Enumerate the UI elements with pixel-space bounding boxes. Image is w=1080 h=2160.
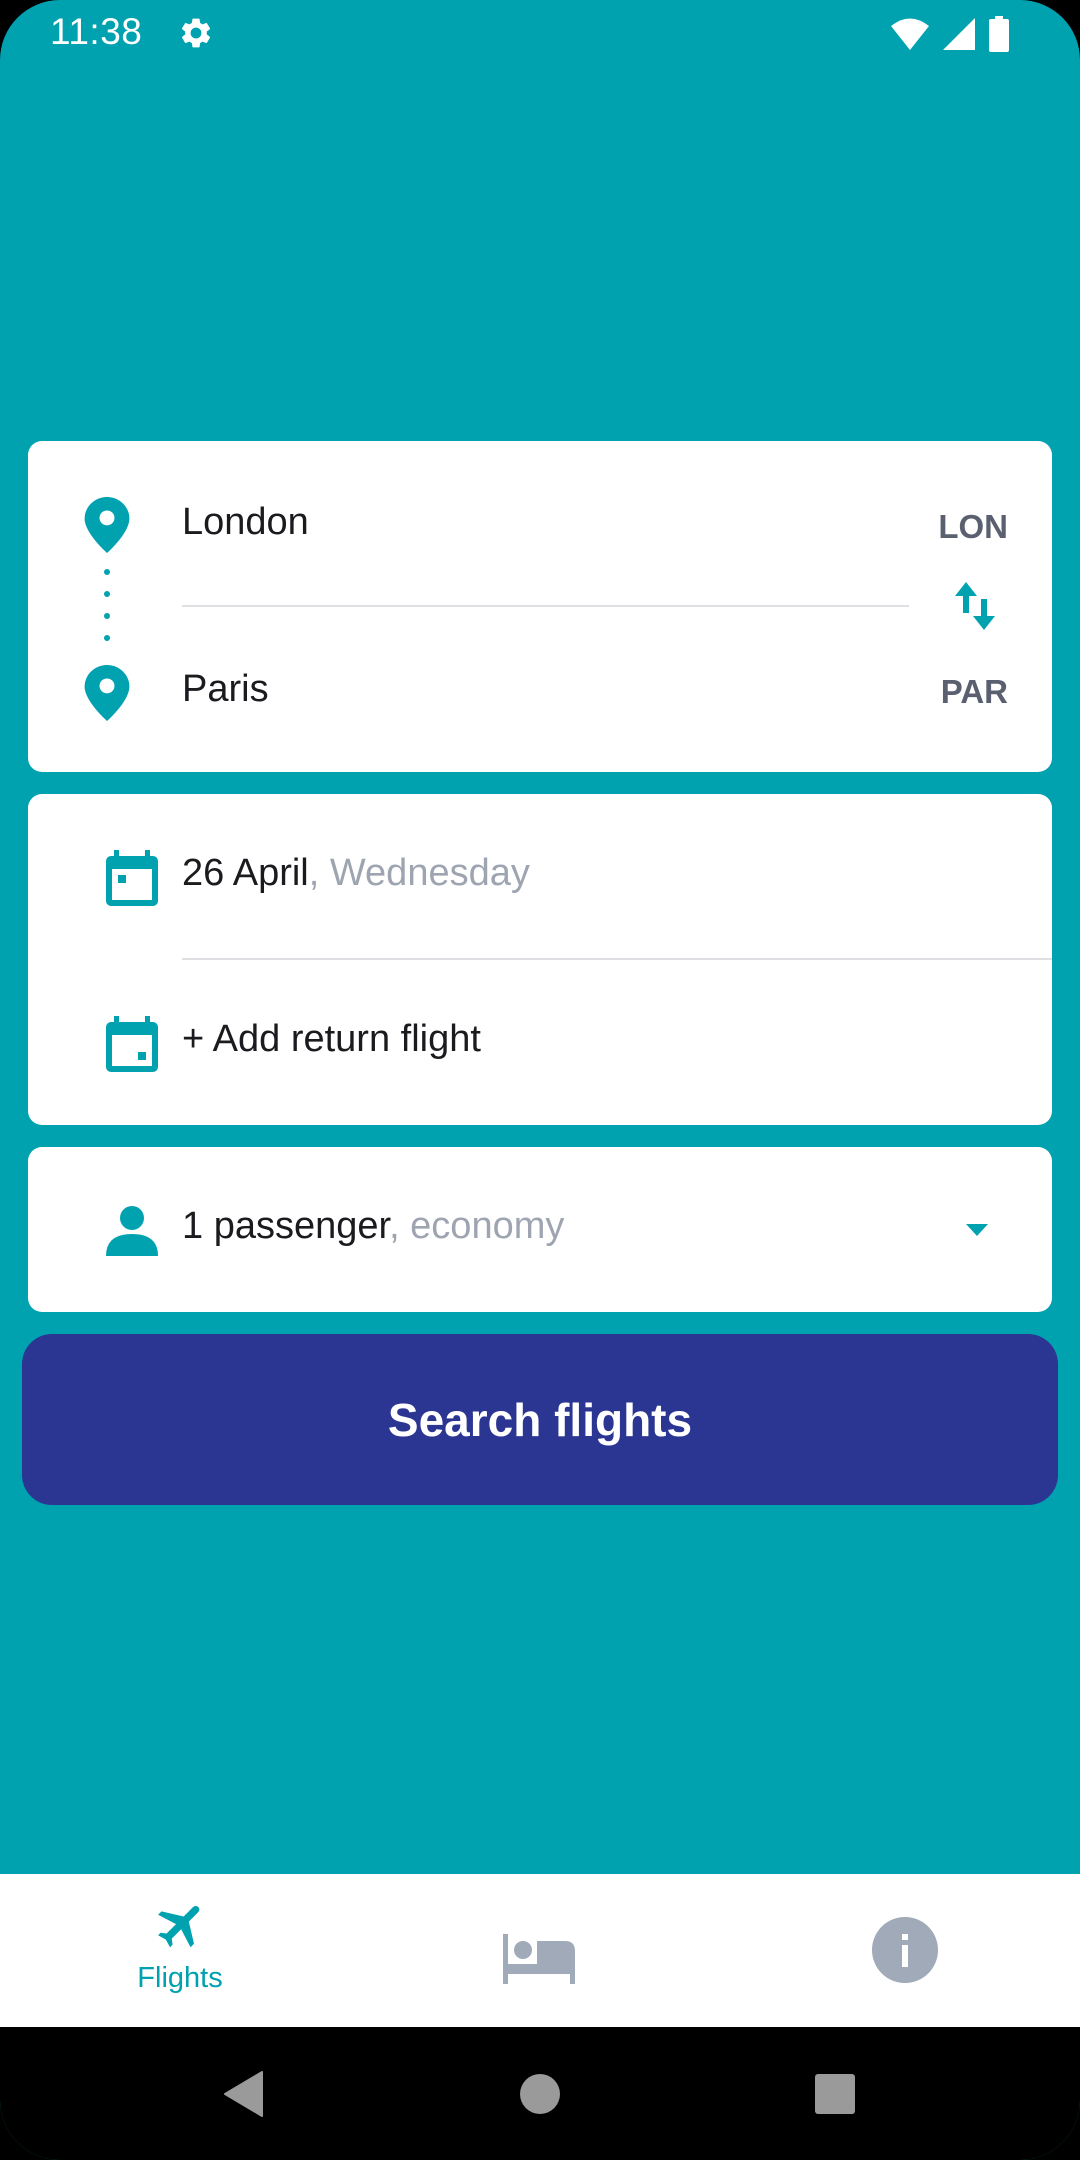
route-divider: [182, 605, 909, 607]
calendar-icon: [106, 850, 158, 906]
dates-card: 26 April, Wednesday + Add return flight: [28, 794, 1052, 1125]
person-icon: [106, 1206, 158, 1256]
airplane-icon: [158, 1905, 200, 1948]
destination-city: Paris: [182, 668, 269, 710]
swap-vertical-icon[interactable]: [953, 578, 997, 634]
origin-code: LON: [938, 508, 1008, 545]
nav-item-info[interactable]: [720, 1874, 1080, 2027]
passengers-card[interactable]: 1 passenger, economy: [28, 1147, 1052, 1312]
status-icons: [890, 14, 1010, 54]
location-pin-icon: [84, 497, 130, 553]
cabin-class: , economy: [389, 1205, 565, 1247]
add-return-flight-label: + Add return flight: [182, 1018, 481, 1060]
add-return-flight-row[interactable]: + Add return flight: [28, 960, 1052, 1125]
search-flights-button[interactable]: Search flights: [22, 1334, 1058, 1505]
departure-date: 26 April: [182, 852, 309, 894]
settings-gear-icon: [181, 18, 211, 48]
origin-city: London: [182, 501, 309, 543]
calendar-icon: [106, 1016, 158, 1072]
back-button-icon[interactable]: [222, 2070, 264, 2118]
destination-code: PAR: [940, 673, 1008, 710]
status-time: 11:38: [50, 11, 143, 52]
status-bar: 11:38: [0, 0, 1080, 66]
battery-icon: [989, 16, 1009, 52]
bottom-navigation: Flights: [0, 1874, 1080, 2027]
nav-item-hotels[interactable]: [360, 1874, 720, 2027]
destination-row[interactable]: Paris: [28, 612, 928, 772]
route-card: London LON Paris PAR: [28, 441, 1052, 772]
recents-button-icon[interactable]: [815, 2074, 855, 2114]
home-button-icon[interactable]: [520, 2074, 560, 2114]
dropdown-arrow-icon: [966, 1224, 988, 1236]
passenger-count: 1 passenger: [182, 1205, 390, 1247]
passengers-text: 1 passenger, economy: [182, 1205, 564, 1248]
nav-label-flights: Flights: [137, 1962, 223, 1994]
origin-row[interactable]: London: [28, 441, 928, 601]
departure-weekday: , Wednesday: [308, 852, 530, 894]
info-icon: [872, 1917, 938, 1983]
location-pin-icon: [84, 665, 130, 721]
cellular-signal-icon: [943, 18, 975, 50]
bed-icon: [503, 1934, 575, 1984]
app-screen: 11:38 London LON Paris PAR 26 April, Wed…: [0, 0, 1080, 2160]
system-navigation-bar: [0, 2027, 1080, 2160]
departure-date-row[interactable]: 26 April, Wednesday: [28, 794, 1052, 959]
departure-date-text: 26 April, Wednesday: [182, 852, 530, 895]
wifi-icon: [891, 18, 929, 50]
nav-item-flights[interactable]: Flights: [0, 1874, 360, 2027]
